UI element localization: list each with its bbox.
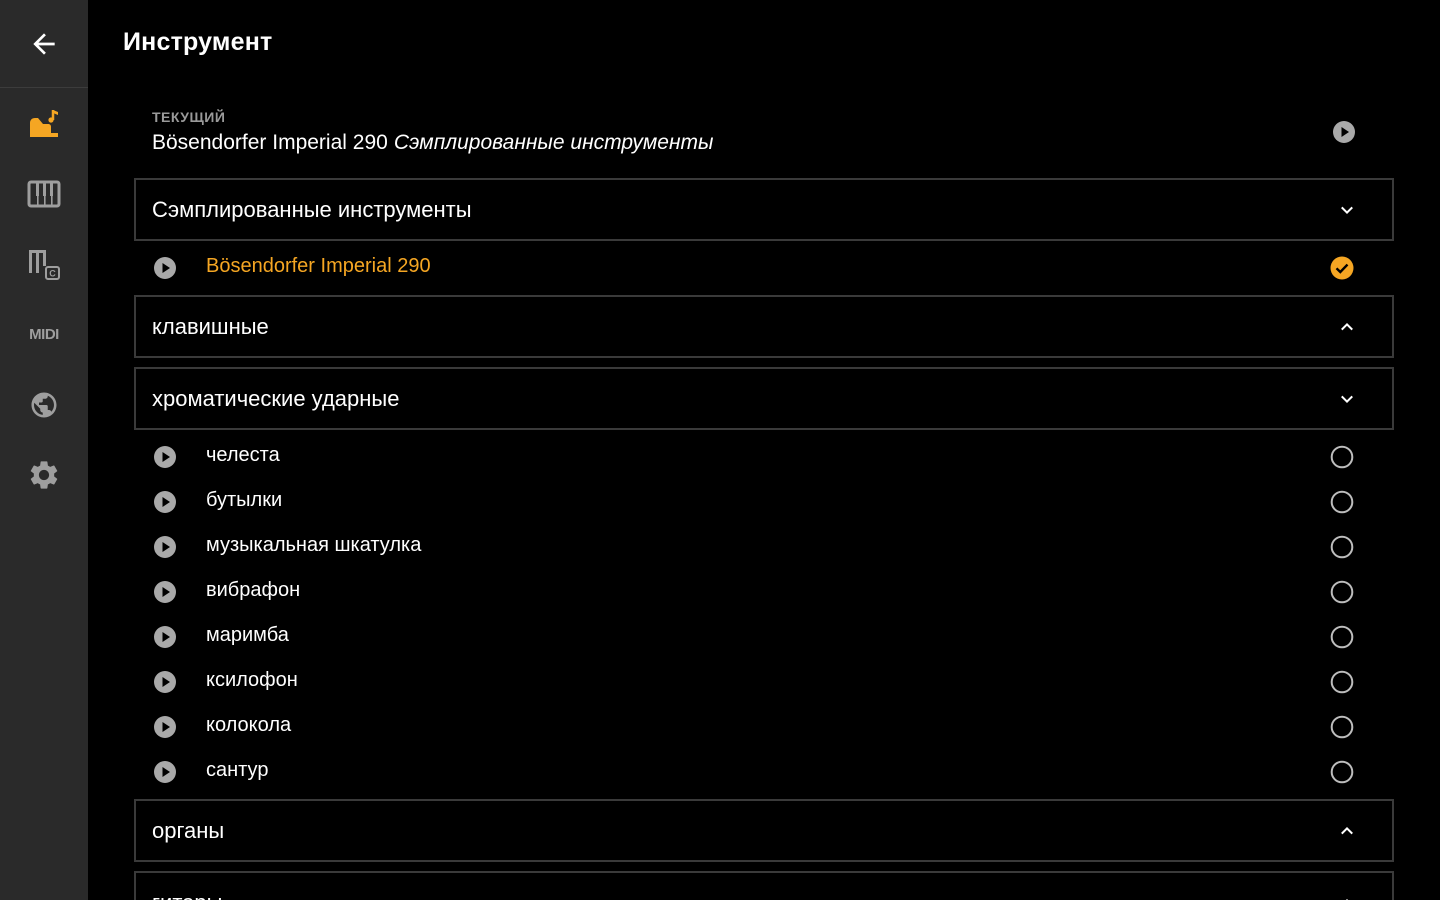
category-label: гитары: [152, 890, 222, 900]
current-instrument-name: Bösendorfer Imperial 290: [152, 131, 388, 154]
radio-unchecked-icon[interactable]: [1330, 670, 1354, 694]
svg-text:C: C: [49, 269, 56, 279]
instrument-row[interactable]: ксилофон: [134, 660, 1394, 705]
category-header-guitars[interactable]: гитары: [134, 871, 1394, 900]
radio-unchecked-icon[interactable]: [1330, 445, 1354, 469]
instrument-name: челеста: [206, 444, 280, 466]
current-instrument-category: Сэмплированные инструменты: [393, 131, 714, 154]
instrument-row[interactable]: музыкальная шкатулка: [134, 525, 1394, 570]
page-title: Инструмент: [123, 28, 273, 56]
instrument-icon: [30, 110, 58, 137]
play-icon[interactable]: [1332, 120, 1356, 144]
instrument-row[interactable]: вибрафон: [134, 570, 1394, 615]
instrument-name: ксилофон: [206, 669, 298, 691]
radio-unchecked-icon[interactable]: [1330, 535, 1354, 559]
instrument-name: колокола: [206, 714, 292, 736]
gear-icon: [30, 461, 58, 489]
globe-icon: [31, 392, 57, 418]
sidebar-item-midi[interactable]: MIDI: [0, 306, 88, 362]
instrument-name: сантур: [206, 759, 269, 781]
instrument-name: маримба: [206, 624, 289, 646]
sidebar-item-settings[interactable]: [0, 447, 88, 503]
instrument-row[interactable]: колокола: [134, 705, 1394, 750]
play-icon[interactable]: [153, 256, 177, 280]
play-icon[interactable]: [153, 625, 177, 649]
category-header-organs[interactable]: органы: [134, 799, 1394, 862]
category-header-sampled[interactable]: Сэмплированные инструменты: [134, 178, 1394, 241]
instrument-name: музыкальная шкатулка: [206, 534, 422, 556]
radio-unchecked-icon[interactable]: [1330, 490, 1354, 514]
instrument-row[interactable]: маримба: [134, 615, 1394, 660]
play-icon[interactable]: [153, 580, 177, 604]
sidebar-item-chords[interactable]: C: [0, 236, 88, 292]
category-header-keyboards[interactable]: клавишные: [134, 295, 1394, 358]
sidebar-item-instrument[interactable]: [0, 96, 88, 152]
chevron-up-icon: [1345, 898, 1349, 900]
play-icon[interactable]: [153, 760, 177, 784]
instrument-row[interactable]: сантур: [134, 750, 1394, 795]
sidebar: C MIDI: [0, 0, 88, 900]
play-icon[interactable]: [153, 490, 177, 514]
category-label: органы: [152, 817, 225, 843]
play-icon[interactable]: [153, 715, 177, 739]
back-button[interactable]: [0, 0, 88, 88]
play-icon[interactable]: [153, 445, 177, 469]
play-icon[interactable]: [153, 670, 177, 694]
chevron-down-icon: [1341, 206, 1353, 214]
play-icon[interactable]: [153, 535, 177, 559]
instrument-name: вибрафон: [206, 579, 301, 601]
midi-icon: MIDI: [29, 326, 59, 343]
radio-unchecked-icon[interactable]: [1330, 625, 1354, 649]
chord-icon: C: [29, 250, 60, 280]
category-label: хроматические ударные: [152, 385, 400, 411]
instrument-row[interactable]: бутылки: [134, 480, 1394, 525]
current-instrument: Bösendorfer Imperial 290 Сэмплированные и…: [152, 131, 713, 155]
check-circle-icon[interactable]: [1330, 256, 1354, 280]
keyboard-icon: [27, 180, 61, 208]
radio-unchecked-icon[interactable]: [1330, 715, 1354, 739]
sidebar-item-keyboard[interactable]: [0, 166, 88, 222]
instrument-row[interactable]: Bösendorfer Imperial 290: [134, 246, 1394, 291]
chevron-up-icon: [1341, 826, 1353, 834]
svg-text:MIDI: MIDI: [29, 326, 59, 343]
radio-unchecked-icon[interactable]: [1330, 580, 1354, 604]
sidebar-item-language[interactable]: [0, 377, 88, 433]
radio-unchecked-icon[interactable]: [1330, 760, 1354, 784]
current-label: ТЕКУЩИЙ: [152, 109, 226, 125]
instrument-name: бутылки: [206, 489, 283, 511]
instrument-row[interactable]: челеста: [134, 435, 1394, 480]
category-label: клавишные: [152, 313, 269, 339]
chevron-up-icon: [1341, 322, 1353, 330]
chevron-down-icon: [1341, 395, 1353, 403]
arrow-left-icon: [33, 32, 55, 55]
category-label: Сэмплированные инструменты: [152, 196, 472, 222]
instrument-name: Bösendorfer Imperial 290: [206, 255, 431, 277]
category-header-chromatic-percussion[interactable]: хроматические ударные: [134, 367, 1394, 430]
